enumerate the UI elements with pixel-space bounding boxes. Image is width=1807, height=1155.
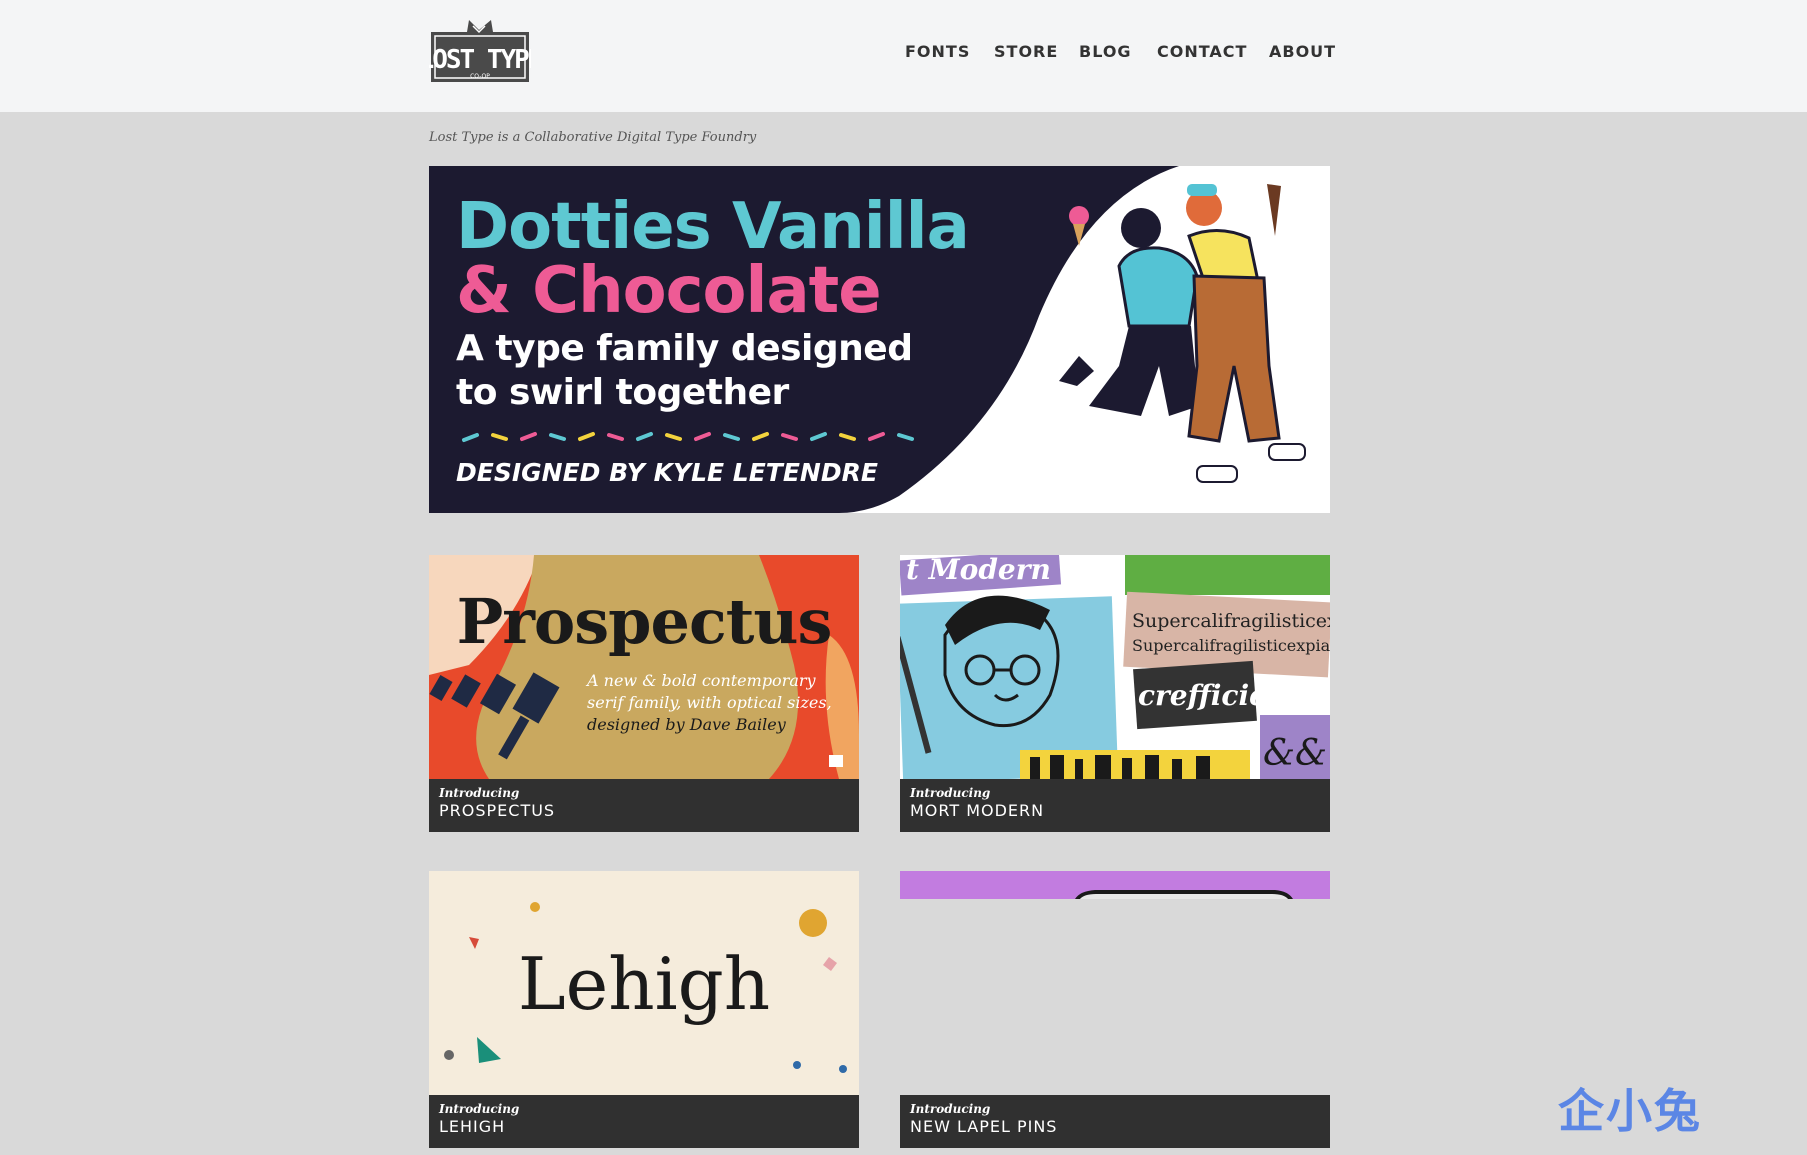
mort-art-text5: && xyxy=(1263,733,1327,774)
card-new-lapel-pins[interactable]: Introducing NEW LAPEL PINS xyxy=(900,871,1330,1148)
mort-art-text2: Supercalifragilisticexp xyxy=(1132,610,1330,632)
card-mort-modern[interactable]: t Modern Supercalifragilisticexp Superca… xyxy=(900,555,1330,832)
watermark-logo: 企小兔 xyxy=(1558,1084,1702,1138)
card-title[interactable]: NEW LAPEL PINS xyxy=(910,1117,1057,1136)
logo-text: LOST TYPE xyxy=(429,45,531,75)
site-header: LOST TYPE CO-OP FONTS STORE BLOG CONTACT… xyxy=(0,0,1807,112)
prospectus-art-sub1: A new & bold contemporary xyxy=(585,671,817,690)
tagline: Lost Type is a Collaborative Digital Typ… xyxy=(429,130,757,145)
hero-subtitle-line2: to swirl together xyxy=(456,372,789,413)
lehigh-artwork: Lehigh xyxy=(429,871,859,1095)
hero-banner[interactable]: Dotties Vanilla & Chocolate A type famil… xyxy=(429,166,1330,513)
card-prospectus[interactable]: Prospectus A new & bold contemporary ser… xyxy=(429,555,859,832)
card-intro: Introducing xyxy=(439,1102,520,1116)
nav-store[interactable]: STORE xyxy=(994,42,1058,61)
card-caption: Introducing MORT MODERN xyxy=(900,779,1330,832)
mort-art-text1: t Modern xyxy=(906,555,1051,586)
prospectus-artwork: Prospectus A new & bold contemporary ser… xyxy=(429,555,859,779)
lehigh-art-title: Lehigh xyxy=(518,942,770,1026)
mort-art-text3: Supercalifragilisticexpialidoci xyxy=(1132,636,1330,655)
mort-art-text4: crefficie xyxy=(1138,679,1267,712)
card-intro: Introducing xyxy=(910,786,991,800)
card-lehigh[interactable]: Lehigh Introducing LEHIGH xyxy=(429,871,859,1148)
hero-subtitle-line1: A type family designed xyxy=(456,328,913,369)
lapel-pins-artwork xyxy=(900,871,1330,1095)
card-caption: Introducing PROSPECTUS xyxy=(429,779,859,832)
card-intro: Introducing xyxy=(910,1102,991,1116)
card-caption: Introducing LEHIGH xyxy=(429,1095,859,1148)
hero-title-line2: & Chocolate xyxy=(456,254,882,328)
prospectus-art-sub3: designed by Dave Bailey xyxy=(587,715,787,734)
nav-fonts[interactable]: FONTS xyxy=(905,42,970,61)
card-title[interactable]: LEHIGH xyxy=(439,1117,505,1136)
mort-modern-artwork: t Modern Supercalifragilisticexp Superca… xyxy=(900,555,1330,779)
prospectus-art-title: Prospectus xyxy=(457,585,832,658)
card-caption: Introducing NEW LAPEL PINS xyxy=(900,1095,1330,1148)
card-title[interactable]: PROSPECTUS xyxy=(439,801,555,820)
nav-blog[interactable]: BLOG xyxy=(1079,42,1132,61)
card-title[interactable]: MORT MODERN xyxy=(910,801,1044,820)
logo-sub: CO-OP xyxy=(470,73,490,80)
prospectus-art-sub2: serif family, with optical sizes, xyxy=(587,693,832,712)
hero-title-line1: Dotties Vanilla xyxy=(456,190,970,264)
lost-type-logo[interactable]: LOST TYPE CO-OP xyxy=(419,16,544,86)
nav-contact[interactable]: CONTACT xyxy=(1157,42,1247,61)
hero-credit: DESIGNED BY KYLE LETENDRE xyxy=(456,458,878,487)
nav-about[interactable]: ABOUT xyxy=(1269,42,1336,61)
card-intro: Introducing xyxy=(439,786,520,800)
